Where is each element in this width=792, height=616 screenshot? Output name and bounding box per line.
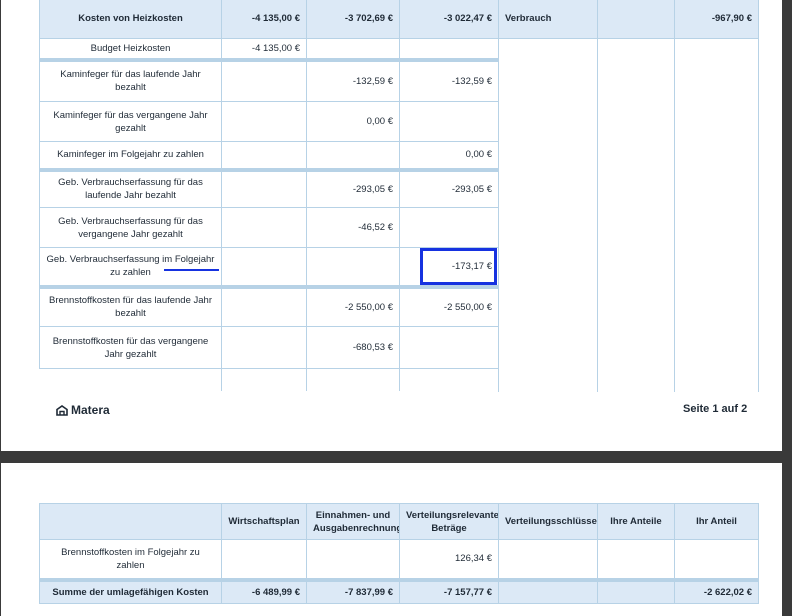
matera-logo: Matera [56,403,110,417]
share-cell [597,539,675,580]
highlight-box [420,248,497,285]
income-value [306,141,400,170]
header-empty [39,503,222,540]
group-label: Kosten von Heizkosten [39,0,222,39]
row-label: Brennstoffkosten für das vergangene Jahr… [39,326,222,369]
income-value: -293,05 € [306,167,400,208]
income-value [306,38,400,60]
income-value: 0,00 € [306,101,400,142]
sum-share [597,577,675,604]
row-label: Geb. Verbrauchserfassung für das laufend… [39,167,222,208]
share-cell [597,0,675,39]
relevant-value: -293,05 € [399,167,499,208]
key-column [498,38,598,392]
relevant-value [399,207,499,248]
income-value [306,247,400,287]
table-row: Brennstoffkosten im Folgejahr zu zahlen … [39,539,759,580]
relevant-value [399,101,499,142]
my-share-total: -967,90 € [674,0,759,39]
row-label: Geb. Verbrauchserfassung im Folgejahr zu… [39,247,222,287]
plan-value [221,247,307,287]
plan-value [221,284,307,327]
empty-cell [39,368,222,391]
empty-cell [221,368,307,391]
relevant-value: -132,59 € [399,57,499,102]
income-value: -46,52 € [306,207,400,248]
col-header-share: Ihre Anteile [597,503,675,540]
text-underline-annotation [164,269,219,271]
key-cell [498,539,598,580]
row-label: Geb. Verbrauchserfassung für das vergang… [39,207,222,248]
sum-key [498,577,598,604]
sum-row: Summe der umlagefähigen Kosten -6 489,99… [39,577,759,604]
row-label: Brennstoffkosten im Folgejahr zu zahlen [39,539,222,580]
sum-income: -7 837,99 € [306,577,400,604]
plan-value [221,167,307,208]
plan-value [221,326,307,369]
sum-label: Summe der umlagefähigen Kosten [39,577,222,604]
relevant-value: 126,34 € [399,539,499,580]
row-label: Kaminfeger im Folgejahr zu zahlen [39,141,222,170]
my-share-cell [674,539,759,580]
income-value [306,539,400,580]
row-label: Brennstoffkosten für das laufende Jahr b… [39,284,222,327]
plan-value [221,57,307,102]
plan-value [221,539,307,580]
income-value: -2 550,00 € [306,284,400,327]
empty-cell [306,368,400,391]
relevant-value [399,38,499,60]
plan-value [221,141,307,170]
plan-value: -4 135,00 € [221,38,307,60]
document-page-2: Wirtschaftsplan Einnahmen- und Ausgabenr… [1,463,782,616]
page-number: Seite 1 auf 2 [683,403,748,415]
relevant-value: -2 550,00 € [399,284,499,327]
distribution-key: Verbrauch [498,0,598,39]
income-value: -132,59 € [306,57,400,102]
row-label: Budget Heizkosten [39,38,222,60]
sum-plan: -6 489,99 € [221,577,307,604]
plan-value [221,207,307,248]
column-header-row: Wirtschaftsplan Einnahmen- und Ausgabenr… [39,503,759,540]
income-value: -680,53 € [306,326,400,369]
sum-total: -2 622,02 € [674,577,759,604]
document-page-1: Kosten von Heizkosten -4 135,00 € -3 702… [1,0,782,451]
col-header-relevant: Verteilungsrelevante Beträge [399,503,499,540]
relevant-value: 0,00 € [399,141,499,170]
house-icon [56,404,68,416]
relevant-value [399,326,499,369]
col-header-plan: Wirtschaftsplan [221,503,307,540]
plan-value [221,101,307,142]
heating-costs-table: Kosten von Heizkosten -4 135,00 € -3 702… [39,0,759,392]
share-column [597,38,675,392]
relevant-total: -3 022,47 € [399,0,499,39]
empty-cell [399,368,499,391]
col-header-key: Verteilungsschlüssel [498,503,598,540]
row-label: Kaminfeger für das laufende Jahr bezahlt [39,57,222,102]
group-header-row: Kosten von Heizkosten -4 135,00 € -3 702… [39,0,759,39]
row-label: Kaminfeger für das vergangene Jahr gezah… [39,101,222,142]
sum-relevant: -7 157,77 € [399,577,499,604]
income-total: -3 702,69 € [306,0,400,39]
my-share-column [674,38,759,392]
col-header-my-share: Ihr Anteil [674,503,759,540]
summary-table: Wirtschaftsplan Einnahmen- und Ausgabenr… [39,503,759,604]
plan-total: -4 135,00 € [221,0,307,39]
table-row: Budget Heizkosten -4 135,00 € [39,38,759,392]
logo-text: Matera [71,403,110,417]
col-header-income: Einnahmen- und Ausgabenrechnung [306,503,400,540]
